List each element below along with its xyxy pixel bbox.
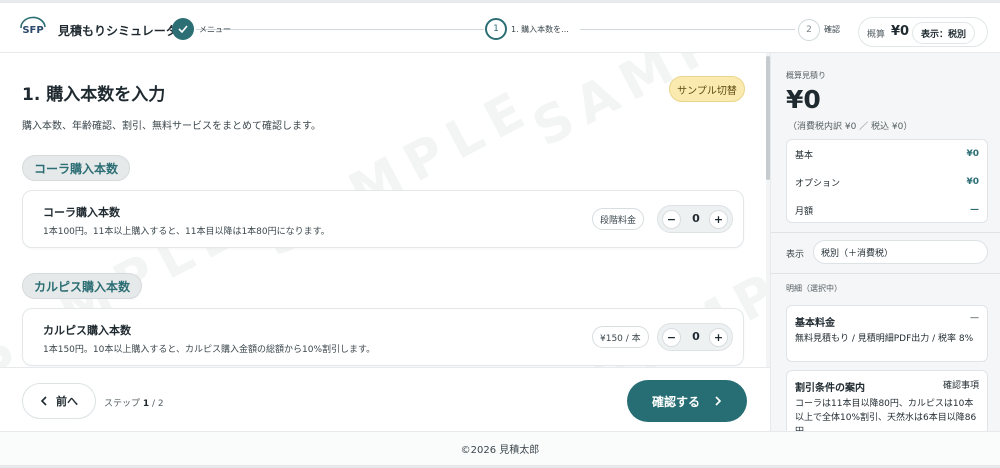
step-current-number[interactable]: 1 — [485, 18, 507, 40]
price-tag: ¥150 / 本 — [592, 326, 649, 348]
row-value: — — [970, 205, 979, 215]
logo-text: SFP — [22, 25, 43, 36]
item-description: 1本150円。10本以上購入すると、カルピス購入金額の総額から10%割引します。 — [43, 345, 376, 355]
watermark: SAMPLE — [523, 53, 770, 160]
check-icon — [178, 25, 188, 33]
progress-line-1 — [196, 29, 484, 30]
sfp-logo[interactable]: SFP — [18, 16, 48, 40]
step-prefix: ステップ — [104, 399, 141, 409]
item-card-cola: コーラ購入本数 1本100円。11本以上購入すると、11本目以降は1本80円にな… — [22, 190, 744, 248]
display-label: 表示 — [786, 250, 805, 260]
summary-label: 概算 — [867, 30, 886, 40]
step-current-label: 1. 購入本数を... — [511, 25, 569, 34]
estimate-breakdown-table: 基本 ¥0 オプション ¥0 月額 — — [786, 139, 988, 223]
divider — [771, 232, 1000, 233]
step-confirm-label: 確認 — [824, 25, 840, 34]
section-chip-calpis: カルピス購入本数 — [22, 273, 143, 299]
detail-right: — — [970, 313, 979, 323]
step-total: / 2 — [152, 399, 164, 409]
detail-card-discount: 割引条件の案内 確認事項 コーラは11本目以降80円、カルピスは10本以上で全体… — [786, 370, 988, 431]
tax-breakdown: （消費税内訳 ¥0 ／ 税込 ¥0） — [788, 122, 913, 132]
step-navigation: 前へ ステップ 1 / 2 確認する — [0, 367, 770, 431]
app-title: 見積もりシミュレーター — [58, 24, 190, 38]
header-summary: 概算 ¥0 表示：税別 — [858, 17, 988, 47]
copyright: ©2026 見積太郎 — [0, 431, 1000, 465]
item-title: コーラ購入本数 — [43, 206, 120, 219]
divider — [771, 273, 1000, 274]
detail-card-basic: 基本料金 — 無料見積もり / 見積明細PDF出力 / 税率 8% — [786, 305, 988, 362]
estimate-total: ¥0 — [786, 85, 821, 114]
step-indicator: ステップ 1 / 2 — [104, 396, 164, 409]
step-menu-label: メニュー — [199, 25, 231, 34]
page-description: 購入本数、年齢確認、割引、無料サービスをまとめて確認します。 — [22, 121, 321, 132]
breakdown-row-monthly: 月額 — — [795, 196, 979, 224]
summary-amount: ¥0 — [891, 24, 910, 39]
step-confirm-number[interactable]: 2 — [798, 19, 820, 41]
display-select[interactable]: 税別（＋消費税） — [813, 240, 988, 264]
page-title: 1. 購入本数を入力 — [22, 85, 166, 105]
quantity-stepper-calpis: − 0 + — [657, 323, 733, 351]
step-current: 1 — [142, 399, 150, 409]
prev-button[interactable]: 前へ — [22, 383, 96, 419]
detail-body: 無料見積もり / 見積明細PDF出力 / 税率 8% — [795, 334, 974, 344]
detail-title: 基本料金 — [795, 318, 835, 329]
item-title: カルピス購入本数 — [43, 324, 131, 337]
decrement-button[interactable]: − — [662, 210, 681, 229]
price-tag: 段階料金 — [592, 208, 645, 230]
tax-toggle-button[interactable]: 表示：税別 — [912, 22, 976, 44]
prev-button-label: 前へ — [56, 395, 78, 408]
increment-button[interactable]: + — [709, 210, 728, 229]
chevron-left-icon — [40, 396, 47, 406]
quantity-value: 0 — [692, 212, 700, 225]
quantity-value: 0 — [692, 330, 700, 343]
confirm-button-label: 確認する — [651, 394, 700, 409]
detail-right: 確認事項 — [942, 381, 979, 391]
step-menu-done[interactable] — [172, 18, 194, 40]
details-label: 明細（選択中） — [786, 284, 842, 293]
progress-line-2 — [580, 29, 795, 30]
main-content[interactable]: SAMPLE SAMPLE SAMPLE SAMPLE 1. 購入本数を入力 サ… — [0, 53, 770, 367]
chevron-right-icon — [715, 396, 722, 406]
item-card-calpis: カルピス購入本数 1本150円。10本以上購入すると、カルピス購入金額の総額から… — [22, 308, 744, 366]
section-chip-cola: コーラ購入本数 — [22, 155, 131, 181]
decrement-button[interactable]: − — [662, 328, 681, 347]
increment-button[interactable]: + — [709, 328, 728, 347]
item-description: 1本100円。11本以上購入すると、11本目以降は1本80円になります。 — [43, 227, 330, 237]
row-label: 月額 — [795, 206, 814, 217]
detail-body: コーラは11本目以降80円、カルピスは10本以上で全体10%割引、天然水は6本目… — [795, 399, 977, 431]
estimate-label: 概算見積り — [786, 71, 826, 80]
confirm-button[interactable]: 確認する — [627, 380, 747, 422]
estimate-sidebar: 概算見積り ¥0 （消費税内訳 ¥0 ／ 税込 ¥0） 基本 ¥0 オプション … — [770, 53, 1000, 431]
row-value: ¥0 — [966, 149, 979, 159]
breakdown-row-basic: 基本 ¥0 — [795, 140, 979, 168]
top-header: SFP 見積もりシミュレーター メニュー 1 1. 購入本数を... 2 確認 … — [0, 0, 1000, 53]
breakdown-row-option: オプション ¥0 — [795, 168, 979, 196]
row-value: ¥0 — [966, 177, 979, 187]
sample-toggle-button[interactable]: サンプル切替 — [669, 76, 745, 102]
row-label: オプション — [795, 178, 841, 189]
quantity-stepper-cola: − 0 + — [657, 205, 733, 233]
row-label: 基本 — [795, 150, 814, 161]
